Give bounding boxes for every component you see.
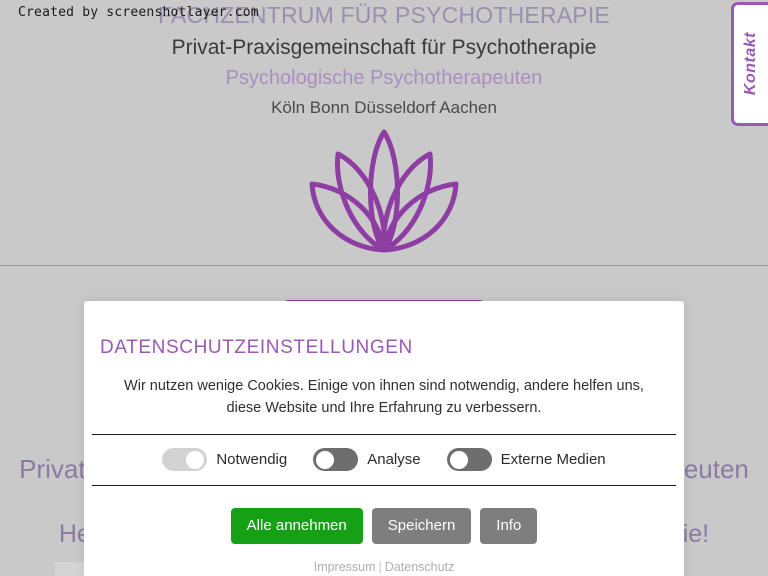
- site-subtitle-praxis: Privat-Praxisgemeinschaft für Psychother…: [171, 36, 597, 59]
- dialog-button-row: Alle annehmen Speichern Info: [84, 486, 684, 544]
- toggle-switch-analytics[interactable]: [313, 448, 359, 471]
- site-subtitle-cities: Köln Bonn Düsseldorf Aachen: [271, 98, 497, 117]
- kontakt-side-tab[interactable]: Kontakt: [731, 2, 768, 126]
- lotus-flower-icon: [309, 129, 459, 253]
- toggle-label-external-media: Externe Medien: [500, 451, 606, 468]
- toggle-knob: [316, 450, 335, 469]
- dialog-description: Wir nutzen wenige Cookies. Einige von ih…: [124, 378, 644, 416]
- toggle-knob: [449, 450, 468, 469]
- screenshot-watermark: Created by screenshotlayer.com: [18, 5, 259, 20]
- save-button[interactable]: Speichern: [371, 508, 472, 544]
- logo-container: [0, 118, 768, 266]
- accept-all-button[interactable]: Alle annehmen: [230, 508, 363, 544]
- page-root: FACHZENTRUM FÜR PSYCHOTHERAPIE Privat-Pr…: [0, 0, 768, 576]
- toggle-knob: [186, 450, 205, 469]
- consent-toggle-row: Notwendig Analyse Externe Medien: [84, 435, 684, 471]
- toggle-switch-external-media[interactable]: [446, 448, 492, 471]
- kontakt-tab-label: Kontakt: [742, 32, 759, 96]
- cookie-consent-dialog: DATENSCHUTZEINSTELLUNGEN Wir nutzen weni…: [84, 301, 684, 576]
- hero-divider: [0, 265, 768, 266]
- consent-option-analytics[interactable]: Analyse: [313, 448, 421, 471]
- consent-option-necessary[interactable]: Notwendig: [162, 448, 287, 471]
- link-separator: |: [378, 560, 382, 574]
- consent-option-external-media[interactable]: Externe Medien: [446, 448, 606, 471]
- site-subtitle-therapeuten: Psychologische Psychotherapeuten: [225, 67, 543, 89]
- dialog-footer-links: Impressum | Datenschutz: [84, 544, 684, 574]
- info-button[interactable]: Info: [480, 508, 538, 544]
- privacy-link[interactable]: Datenschutz: [385, 560, 454, 574]
- toggle-label-analytics: Analyse: [367, 451, 421, 468]
- toggle-label-necessary: Notwendig: [216, 451, 288, 468]
- imprint-link[interactable]: Impressum: [314, 560, 376, 574]
- toggle-switch-necessary[interactable]: [162, 448, 208, 471]
- dialog-title: DATENSCHUTZEINSTELLUNGEN: [100, 337, 413, 358]
